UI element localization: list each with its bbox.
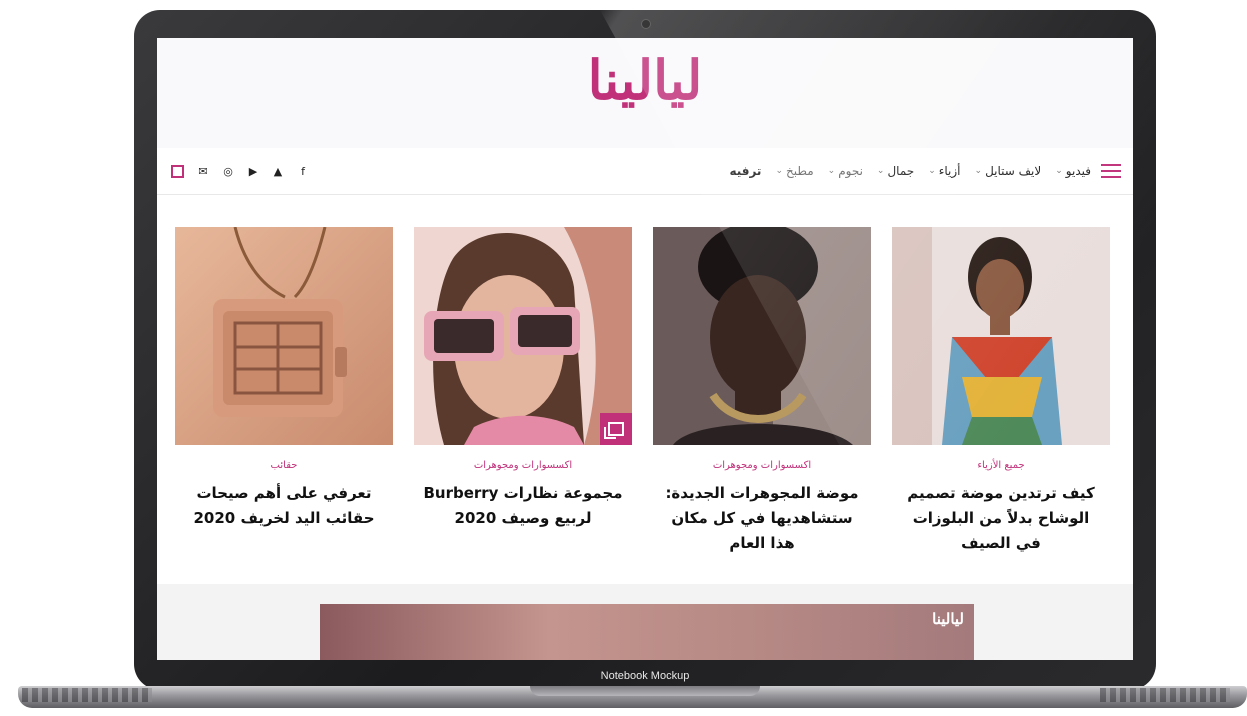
screen: ليالينا فيديو ⌄ لايف ستايل ⌄ أزياء ⌄ جمال ⌄ … (157, 38, 1133, 660)
article-card[interactable]: اكسسوارات ومجوهرات مجموعة نظارات Burberr… (414, 227, 632, 567)
nav-item-stars[interactable]: نجوم ⌄ (828, 164, 863, 178)
nav-item-label: مطبخ (786, 164, 814, 178)
nav-item-label: جمال (887, 164, 915, 178)
snapchat-icon[interactable]: ▲ (272, 165, 284, 178)
nav-item-entertainment[interactable]: ترفيه (729, 164, 761, 178)
article-category[interactable]: اكسسوارات ومجوهرات (414, 460, 632, 471)
youtube-icon[interactable]: ▶ (247, 165, 259, 178)
instagram-icon[interactable]: ◎ (222, 165, 234, 178)
article-image-scarf[interactable] (892, 227, 1110, 445)
chevron-down-icon: ⌄ (876, 166, 885, 176)
article-title[interactable]: كيف ترتدين موضة تصميم الوشاح بدلاً من ال… (892, 481, 1110, 556)
nav-item-kitchen[interactable]: مطبخ ⌄ (775, 164, 813, 178)
article-image-jewelry[interactable] (653, 227, 871, 445)
nav-item-label: ترفيه (729, 164, 762, 178)
nav-item-video[interactable]: فيديو ⌄ (1055, 164, 1091, 178)
nav-item-fashion[interactable]: أزياء ⌄ (928, 164, 960, 178)
chevron-down-icon: ⌄ (928, 166, 936, 176)
gallery-icon (600, 413, 632, 445)
mockup-label: Notebook Mockup (600, 670, 690, 682)
chevron-down-icon: ⌄ (1055, 166, 1063, 176)
laptop-notch (530, 686, 760, 696)
nav-item-label: لايف ستايل (985, 164, 1042, 178)
menu-icon[interactable] (1101, 164, 1121, 178)
chevron-down-icon: ⌄ (827, 166, 836, 176)
site-logo[interactable]: ليالينا (157, 48, 1133, 112)
chevron-down-icon: ⌄ (775, 166, 783, 176)
article-grid: حقائب تعرفي على أهم صيحات حقائب اليد لخر… (175, 227, 1113, 567)
search-icon[interactable] (171, 164, 184, 178)
base-texture (22, 688, 152, 702)
article-category[interactable]: حقائب (175, 460, 393, 471)
social-links: ✉ ◎ ▶ ▲ f (171, 148, 309, 194)
nav-item-lifestyle[interactable]: لايف ستايل ⌄ (975, 164, 1042, 178)
article-category[interactable]: اكسسوارات ومجوهرات (653, 460, 871, 471)
base-texture (1100, 688, 1230, 702)
nav-item-label: أزياء (938, 164, 961, 178)
nav-item-label: فيديو (1065, 164, 1091, 178)
article-card[interactable]: اكسسوارات ومجوهرات موضة المجوهرات الجديد… (653, 227, 871, 567)
nav-item-label: نجوم (838, 164, 863, 178)
article-category[interactable]: جميع الأزياء (892, 460, 1110, 471)
mail-icon[interactable]: ✉ (197, 165, 209, 178)
article-image-handbag[interactable] (175, 227, 393, 445)
facebook-icon[interactable]: f (297, 165, 309, 178)
nav-item-beauty[interactable]: جمال ⌄ (877, 164, 914, 178)
banner-logo: ليالينا (932, 610, 964, 628)
article-image-sunglasses[interactable] (414, 227, 632, 445)
article-title[interactable]: موضة المجوهرات الجديدة: ستشاهديها في كل … (653, 481, 871, 556)
article-title[interactable]: مجموعة نظارات Burberry لربيع وصيف 2020 (414, 481, 632, 531)
article-card[interactable]: حقائب تعرفي على أهم صيحات حقائب اليد لخر… (175, 227, 393, 567)
promo-banner[interactable]: ليالينا (320, 604, 974, 660)
main-nav: فيديو ⌄ لايف ستايل ⌄ أزياء ⌄ جمال ⌄ نجوم ⌄ مط… (157, 148, 1133, 195)
site-header: ليالينا (157, 38, 1133, 149)
article-card[interactable]: جميع الأزياء كيف ترتدين موضة تصميم الوشا… (892, 227, 1110, 567)
article-title[interactable]: تعرفي على أهم صيحات حقائب اليد لخريف 202… (175, 481, 393, 531)
chevron-down-icon: ⌄ (974, 166, 983, 176)
camera-icon (641, 19, 651, 29)
